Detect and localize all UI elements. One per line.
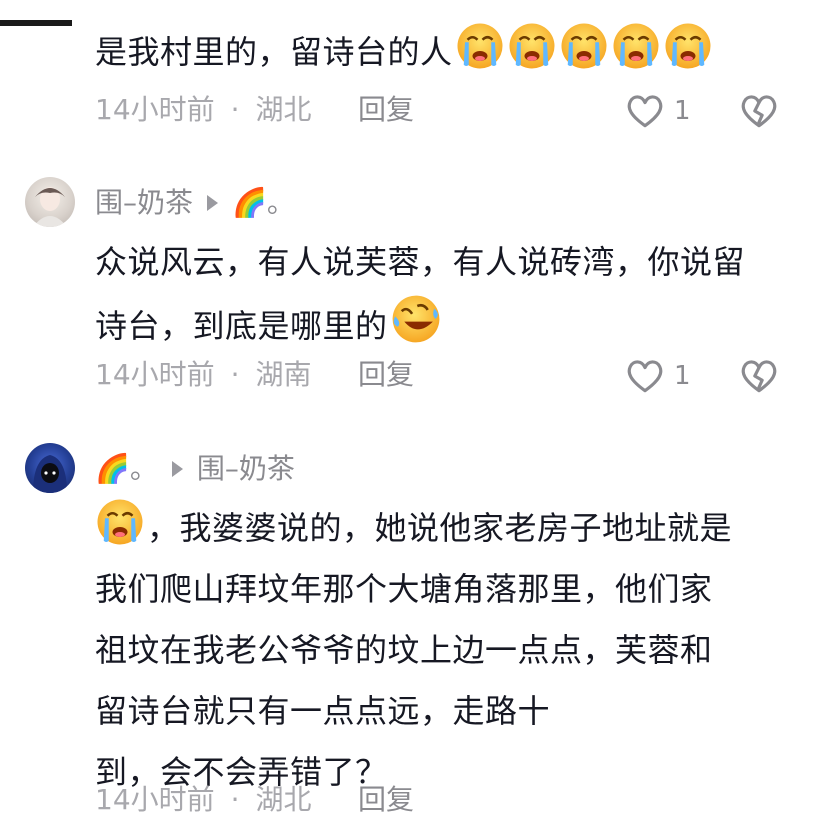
crying-emoji-icon	[611, 21, 661, 71]
comment-text-line-wrap: 诗台，到底是哪里的	[95, 293, 745, 357]
avatar-image	[33, 187, 67, 227]
comment-text-line: 我们爬山拜坟年那个大塘角落那里，他们家	[95, 570, 713, 608]
username[interactable]: 围–奶茶	[95, 186, 193, 220]
broken-heart-icon	[738, 355, 780, 397]
reply-arrow-icon	[171, 461, 183, 477]
username[interactable]: 🌈。	[95, 452, 158, 486]
like-count: 1	[674, 96, 691, 126]
laughing-crying-emoji-icon	[390, 293, 442, 345]
like-count: 1	[674, 361, 691, 391]
avatar-image	[33, 455, 67, 493]
comment-text-line: 众说风云，有人说芙蓉，有人说砖湾，你说留	[95, 243, 746, 281]
comment-meta: 14小时前 · 湖南	[95, 358, 312, 392]
username-row: 围–奶茶 🌈。	[95, 186, 295, 220]
scroll-indicator	[0, 20, 72, 26]
heart-icon	[624, 90, 666, 132]
crying-emoji-icon	[455, 21, 505, 71]
comment-text-line: 祖坟在我老公爷爷的坟上边一点点，芙蓉和	[95, 631, 713, 669]
comment-text-line: ，我婆婆说的，她说他家老房子地址就是	[147, 509, 733, 547]
comment-text: 众说风云，有人说芙蓉，有人说砖湾，你说留 诗台，到底是哪里的	[95, 232, 745, 357]
timestamp: 14小时前	[95, 358, 215, 391]
comment-list: 是我村里的，留诗台的人 14小时前 · 湖北 回复 1 围–奶茶 🌈。 众说风云…	[0, 0, 825, 840]
timestamp: 14小时前	[95, 783, 215, 816]
crying-emoji-icon	[95, 497, 145, 547]
crying-emoji-icon	[559, 21, 609, 71]
comment-text: 是我村里的，留诗台的人	[95, 21, 713, 83]
meta-separator: ·	[230, 93, 240, 126]
reply-to-username[interactable]: 🌈。	[232, 186, 295, 220]
location: 湖北	[255, 783, 312, 816]
reply-arrow-icon	[207, 195, 219, 211]
location: 湖北	[255, 93, 312, 126]
heart-icon	[624, 355, 666, 397]
dislike-button[interactable]	[738, 355, 780, 401]
comment-text: ，我婆婆说的，她说他家老房子地址就是 我们爬山拜坟年那个大塘角落那里，他们家 祖…	[95, 497, 732, 803]
crying-emoji-icon	[507, 21, 557, 71]
like-button[interactable]: 1	[624, 90, 691, 132]
comment-text-line: 是我村里的，留诗台的人	[95, 33, 453, 71]
location: 湖南	[255, 358, 312, 391]
meta-separator: ·	[230, 358, 240, 391]
emoji-group	[453, 33, 713, 71]
comment-text-line-wrap: ，我婆婆说的，她说他家老房子地址就是	[95, 497, 732, 559]
timestamp: 14小时前	[95, 93, 215, 126]
comment-meta: 14小时前 · 湖北	[95, 93, 312, 127]
dislike-button[interactable]	[738, 90, 780, 136]
meta-separator: ·	[230, 783, 240, 816]
avatar[interactable]	[25, 443, 75, 493]
comment-text-line: 留诗台就只有一点点远，走路十	[95, 692, 551, 730]
reply-button[interactable]: 回复	[358, 783, 414, 817]
crying-emoji-icon	[663, 21, 713, 71]
like-button[interactable]: 1	[624, 355, 691, 397]
reply-button[interactable]: 回复	[358, 358, 414, 392]
avatar[interactable]	[25, 177, 75, 227]
comment-text-line: 诗台，到底是哪里的	[95, 307, 388, 345]
reply-to-username[interactable]: 围–奶茶	[197, 452, 295, 486]
comment-meta: 14小时前 · 湖北	[95, 783, 312, 817]
username-row: 🌈。 围–奶茶	[95, 452, 295, 486]
reply-button[interactable]: 回复	[358, 93, 414, 127]
broken-heart-icon	[738, 90, 780, 132]
